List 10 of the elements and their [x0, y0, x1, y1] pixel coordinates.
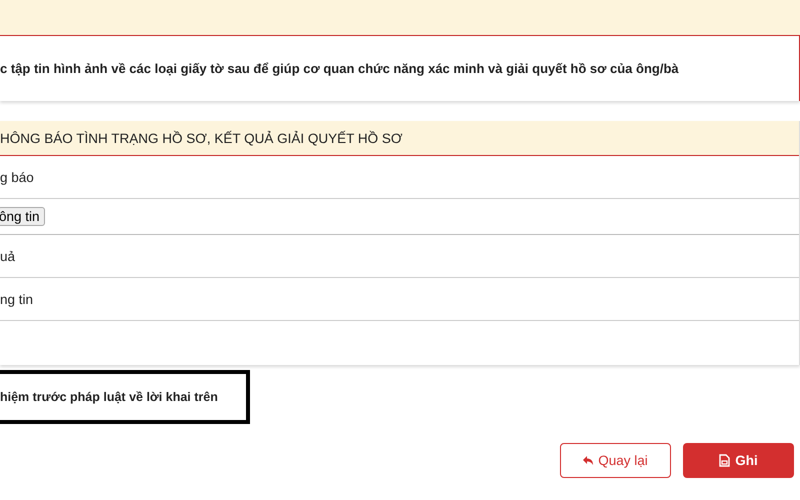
field-label: uả	[0, 248, 16, 264]
field-label: g báo	[0, 170, 34, 184]
file-icon	[719, 454, 730, 467]
commitment-text: hiệm trước pháp luật về lời khai trên	[0, 390, 218, 404]
instruction-text: c tập tin hình ảnh về các loại giấy tờ sau để giúp cơ quan chức năng xác minh và giải quyết hồ sơ của ông/bà	[0, 61, 679, 76]
section-title: HÔNG BÁO TÌNH TRẠNG HỒ SƠ, KẾT QUẢ GIẢI QUYẾT HỒ SƠ	[0, 130, 402, 146]
field-label: ng tin	[0, 292, 34, 306]
reply-arrow-icon	[583, 456, 594, 465]
back-button[interactable]: Quay lại	[560, 443, 671, 478]
save-button[interactable]: Ghi	[683, 443, 794, 478]
